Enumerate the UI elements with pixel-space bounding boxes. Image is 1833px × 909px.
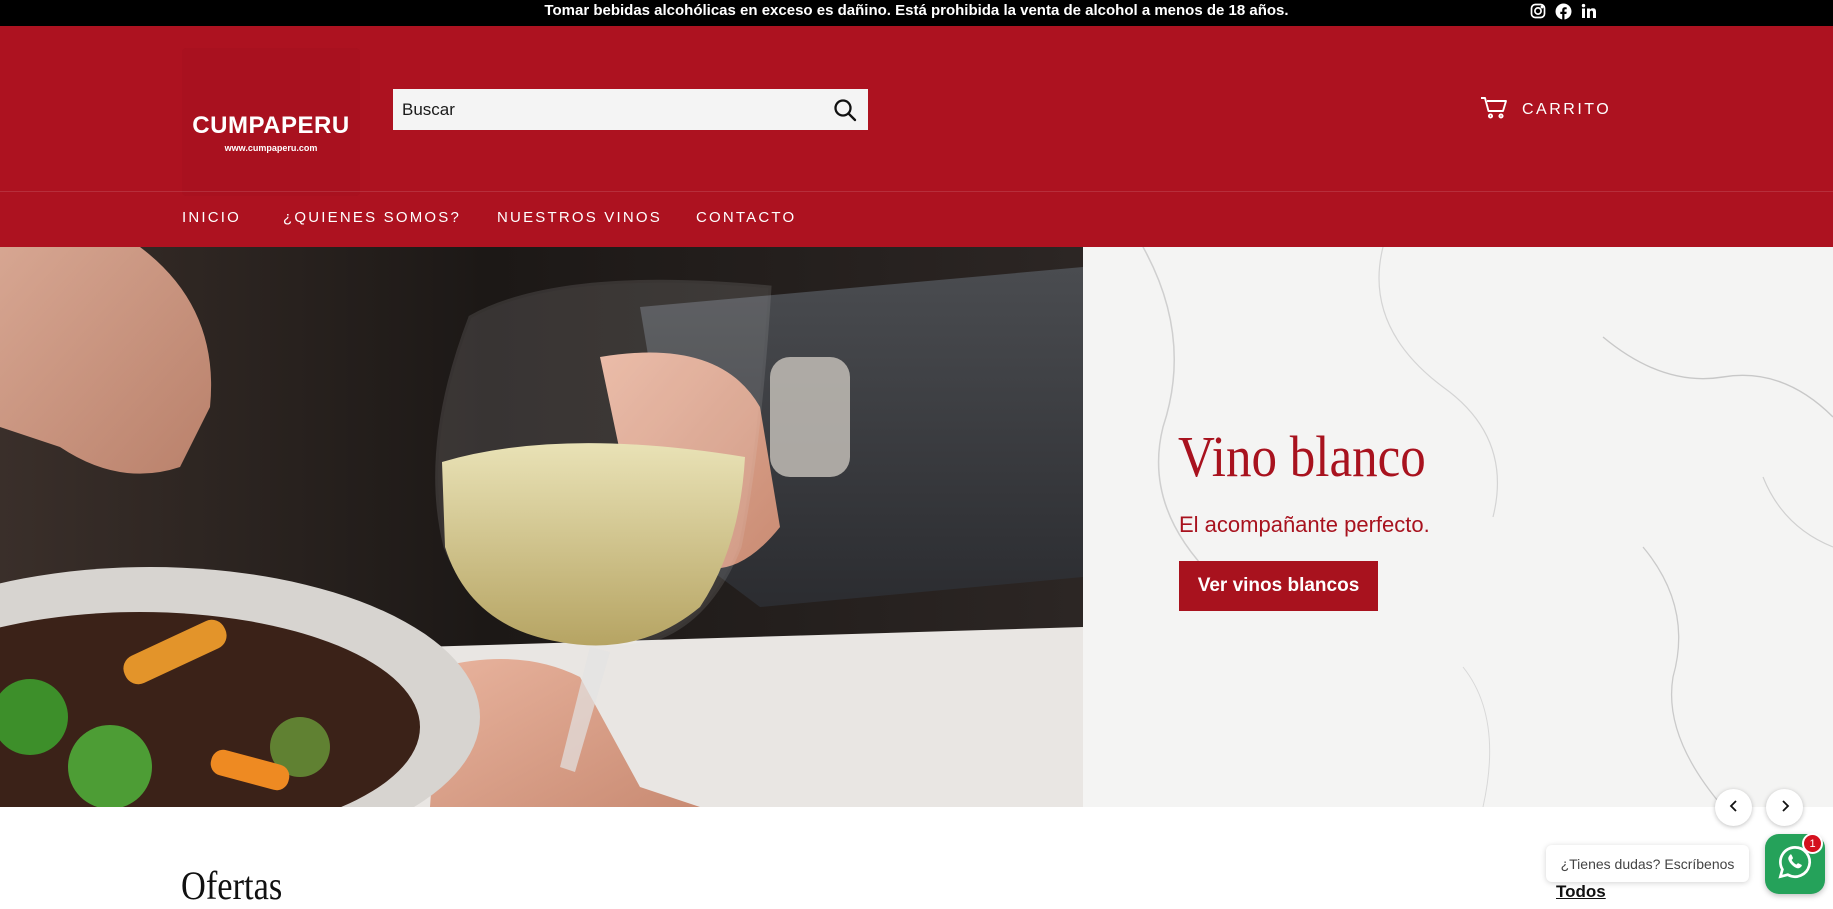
- nav-item-quienes-somos[interactable]: ¿QUIENES SOMOS?: [283, 209, 461, 226]
- cart-label: CARRITO: [1522, 101, 1612, 118]
- logo-url: www.cumpaperu.com: [224, 143, 318, 153]
- site-logo[interactable]: CUMPAPERU www.cumpaperu.com: [182, 48, 360, 196]
- instagram-icon[interactable]: [1528, 1, 1548, 21]
- search-icon[interactable]: [832, 97, 858, 123]
- nav-item-contacto[interactable]: CONTACTO: [696, 209, 796, 226]
- whatsapp-bubble[interactable]: ¿Tienes dudas? Escríbenos: [1546, 845, 1749, 882]
- offers-title: Ofertas: [181, 863, 283, 908]
- announcement-bar: Tomar bebidas alcohólicas en exceso es d…: [0, 0, 1833, 26]
- cart-icon: [1480, 96, 1508, 125]
- site-header: CUMPAPERU www.cumpaperu.com CARRITO INIC…: [0, 26, 1833, 247]
- hero-title: Vino blanco: [1178, 424, 1426, 489]
- nav-divider: [0, 191, 1833, 192]
- chevron-right-icon: [1779, 799, 1791, 817]
- linkedin-icon[interactable]: [1579, 1, 1599, 21]
- chevron-left-icon: [1728, 799, 1740, 817]
- notification-badge: 1: [1802, 833, 1823, 854]
- facebook-icon[interactable]: [1553, 1, 1573, 21]
- hero-cta-button[interactable]: Ver vinos blancos: [1179, 561, 1378, 611]
- logo-name: CUMPAPERU: [192, 112, 350, 139]
- slide-prev-button[interactable]: [1715, 789, 1752, 826]
- search-input[interactable]: [393, 89, 813, 130]
- nav-item-inicio[interactable]: INICIO: [182, 209, 241, 226]
- cart-link[interactable]: CARRITO: [1480, 96, 1611, 124]
- hero-subtitle: El acompañante perfecto.: [1179, 512, 1430, 537]
- search-bar: [393, 89, 868, 130]
- hero-text-panel: Vino blanco El acompañante perfecto. Ver…: [1083, 247, 1833, 807]
- nav-item-nuestros-vinos[interactable]: NUESTROS VINOS: [497, 209, 662, 226]
- view-all-link[interactable]: Todos: [1556, 882, 1606, 902]
- hero-slideshow: Vino blanco El acompañante perfecto. Ver…: [0, 247, 1833, 807]
- slide-next-button[interactable]: [1766, 789, 1803, 826]
- hero-image: [0, 247, 1083, 807]
